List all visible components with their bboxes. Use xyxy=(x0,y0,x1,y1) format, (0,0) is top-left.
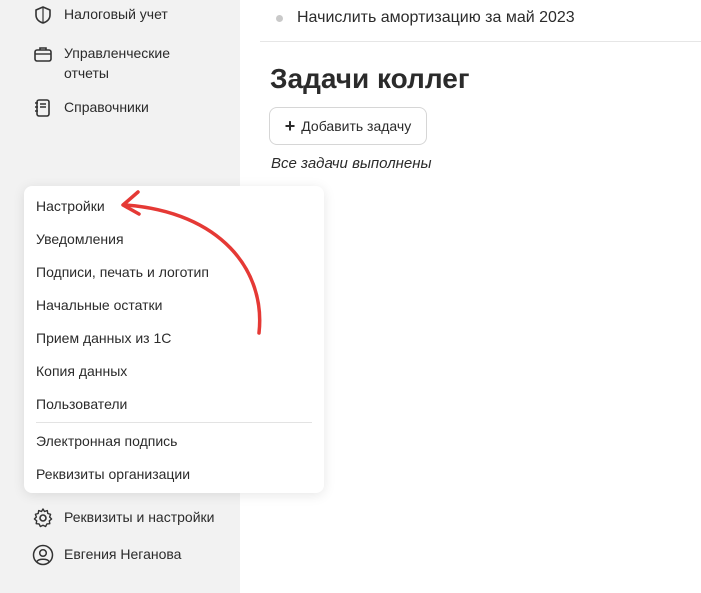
menu-item-notifications[interactable]: Уведомления xyxy=(36,231,124,247)
menu-item-organization-requisites[interactable]: Реквизиты организации xyxy=(36,466,190,482)
add-task-button[interactable]: + Добавить задачу xyxy=(269,107,427,145)
sidebar-item-label: Евгения Неганова xyxy=(64,546,182,562)
briefcase-icon xyxy=(32,43,54,65)
sidebar-item-requisites-settings[interactable]: Реквизиты и настройки xyxy=(32,507,214,529)
sidebar-item-directories[interactable]: Справочники xyxy=(32,97,149,119)
sidebar-item-management-reports[interactable]: Управленческие отчеты xyxy=(32,43,194,83)
settings-dropdown-menu: Настройки Уведомления Подписи, печать и … xyxy=(24,186,324,493)
shield-icon xyxy=(32,4,54,26)
menu-item-electronic-signature[interactable]: Электронная подпись xyxy=(36,433,177,449)
sidebar-item-label: Реквизиты и настройки xyxy=(64,509,215,525)
bullet-icon xyxy=(276,14,283,22)
menu-divider xyxy=(36,422,312,423)
divider xyxy=(260,41,701,42)
menu-item-settings[interactable]: Настройки xyxy=(36,198,105,214)
menu-item-users[interactable]: Пользователи xyxy=(36,396,127,412)
menu-item-initial-balances[interactable]: Начальные остатки xyxy=(36,297,162,313)
task-item[interactable]: Начислить амортизацию за май 2023 xyxy=(276,9,575,27)
plus-icon: + xyxy=(284,116,296,136)
sidebar-item-tax-accounting[interactable]: Налоговый учет xyxy=(32,4,168,26)
task-text: Начислить амортизацию за май 2023 xyxy=(297,9,575,26)
menu-item-import-1c[interactable]: Прием данных из 1С xyxy=(36,330,171,346)
sidebar-item-label: Налоговый учет xyxy=(64,6,168,22)
user-avatar-icon xyxy=(32,544,54,566)
sidebar-item-user-profile[interactable]: Евгения Неганова xyxy=(32,544,181,566)
empty-tasks-note: Все задачи выполнены xyxy=(271,155,432,172)
notebook-icon xyxy=(32,97,54,119)
sidebar-item-label: Управленческие отчеты xyxy=(64,45,171,81)
menu-item-signatures-seal-logo[interactable]: Подписи, печать и логотип xyxy=(36,264,209,280)
add-task-label: Добавить задачу xyxy=(301,118,412,134)
gear-icon xyxy=(32,507,54,529)
menu-item-data-backup[interactable]: Копия данных xyxy=(36,363,127,379)
section-title: Задачи коллег xyxy=(270,63,470,94)
sidebar-item-label: Справочники xyxy=(64,99,149,115)
